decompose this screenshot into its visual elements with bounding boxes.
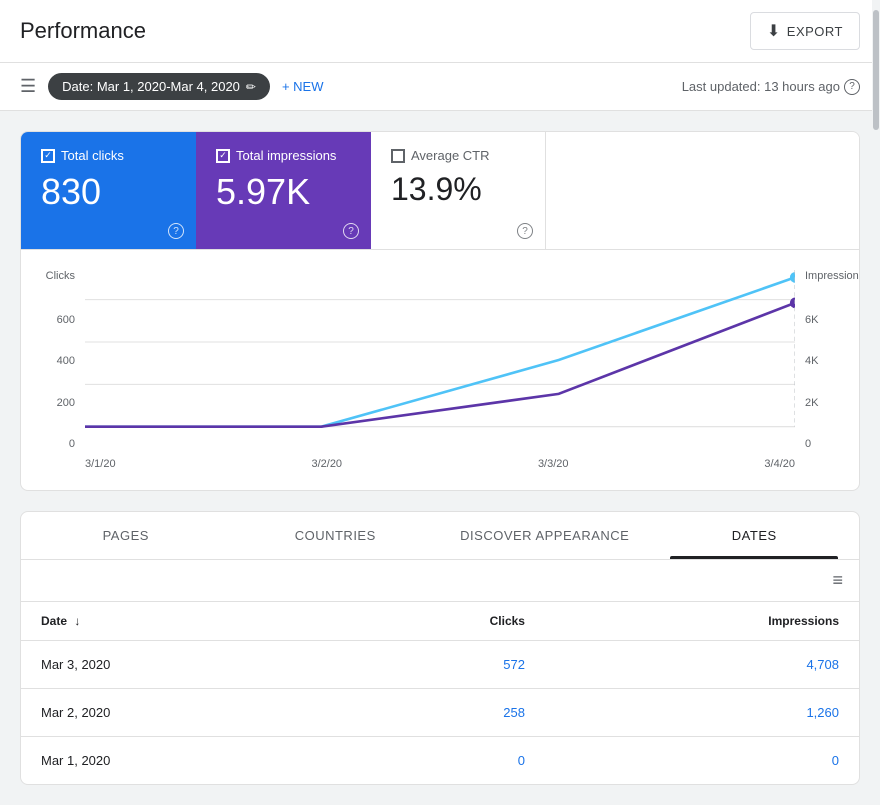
toolbar: ☰ Date: Mar 1, 2020-Mar 4, 2020 ✏ + NEW … xyxy=(0,63,880,111)
last-updated: Last updated: 13 hours ago ? xyxy=(682,79,860,95)
ctr-checkbox xyxy=(391,149,405,163)
table-row: Mar 1, 2020 0 0 xyxy=(21,737,859,785)
table-row: Mar 3, 2020 572 4,708 xyxy=(21,641,859,689)
scrollbar-thumb xyxy=(873,10,879,130)
impressions-checkbox xyxy=(216,149,230,163)
y-left-400: 400 xyxy=(41,355,81,367)
help-circle-ctr[interactable]: ? xyxy=(517,223,533,239)
page-title: Performance xyxy=(20,18,146,44)
y-left-0: 0 xyxy=(41,438,81,450)
tab-pages[interactable]: PAGES xyxy=(21,512,231,559)
chart-container: Clicks 600 400 200 0 Impressions 6K 4K 2… xyxy=(41,270,839,470)
stat-empty xyxy=(546,132,859,249)
tab-pages-label: PAGES xyxy=(103,528,149,543)
col-clicks: Clicks xyxy=(331,602,545,641)
y-left-600: 600 xyxy=(41,314,81,326)
y-right-6k: 6K xyxy=(799,314,839,326)
x-label-3: 3/3/20 xyxy=(538,458,569,470)
row-clicks: 258 xyxy=(331,689,545,737)
clicks-checkbox xyxy=(41,149,55,163)
average-ctr-value: 13.9% xyxy=(391,171,525,208)
col-impressions: Impressions xyxy=(545,602,859,641)
toolbar-left: ☰ Date: Mar 1, 2020-Mar 4, 2020 ✏ + NEW xyxy=(20,73,324,100)
header: Performance ⬇ EXPORT xyxy=(0,0,880,63)
stats-row: Total clicks 830 ? Total impressions 5.9… xyxy=(21,132,859,250)
tab-countries-label: COUNTRIES xyxy=(295,528,376,543)
new-button[interactable]: + NEW xyxy=(282,79,324,94)
scrollbar[interactable] xyxy=(872,0,880,779)
y-right-4k: 4K xyxy=(799,355,839,367)
x-axis: 3/1/20 3/2/20 3/3/20 3/4/20 xyxy=(85,458,795,470)
sort-arrow: ↓ xyxy=(74,614,80,628)
tab-discover[interactable]: DISCOVER APPEARANCE xyxy=(440,512,650,559)
average-ctr-label: Average CTR xyxy=(391,148,525,163)
chart-svg xyxy=(85,270,795,450)
total-impressions-value: 5.97K xyxy=(216,171,351,213)
help-circle-impressions[interactable]: ? xyxy=(343,223,359,239)
row-clicks: 572 xyxy=(331,641,545,689)
x-label-1: 3/1/20 xyxy=(85,458,116,470)
row-date: Mar 1, 2020 xyxy=(21,737,331,785)
y-right-label-impressions: Impressions xyxy=(799,270,839,282)
impressions-help: ? xyxy=(343,221,359,240)
table-row: Mar 2, 2020 258 1,260 xyxy=(21,689,859,737)
tab-dates-label: DATES xyxy=(732,528,777,543)
chart-area: Clicks 600 400 200 0 Impressions 6K 4K 2… xyxy=(21,250,859,490)
total-clicks-label: Total clicks xyxy=(41,148,176,163)
y-right-0: 0 xyxy=(799,438,839,450)
stats-chart-card: Total clicks 830 ? Total impressions 5.9… xyxy=(20,131,860,491)
export-label: EXPORT xyxy=(787,24,843,39)
total-impressions-label: Total impressions xyxy=(216,148,351,163)
tabs-card: PAGES COUNTRIES DISCOVER APPEARANCE DATE… xyxy=(20,511,860,785)
y-right-2k: 2K xyxy=(799,397,839,409)
help-circle-clicks[interactable]: ? xyxy=(168,223,184,239)
total-clicks-value: 830 xyxy=(41,171,176,213)
main-content: Total clicks 830 ? Total impressions 5.9… xyxy=(0,111,880,805)
row-date: Mar 3, 2020 xyxy=(21,641,331,689)
total-clicks-box[interactable]: Total clicks 830 ? xyxy=(21,132,196,249)
row-clicks: 0 xyxy=(331,737,545,785)
x-label-4: 3/4/20 xyxy=(764,458,795,470)
date-range-label: Date: Mar 1, 2020-Mar 4, 2020 xyxy=(62,79,240,94)
y-axis-right: Impressions 6K 4K 2K 0 xyxy=(799,270,839,470)
date-range-pill[interactable]: Date: Mar 1, 2020-Mar 4, 2020 ✏ xyxy=(48,73,270,100)
x-label-2: 3/2/20 xyxy=(311,458,342,470)
tab-discover-label: DISCOVER APPEARANCE xyxy=(460,528,629,543)
filter-row: ≡ xyxy=(21,560,859,602)
filter-icon[interactable]: ☰ xyxy=(20,76,36,97)
tab-countries[interactable]: COUNTRIES xyxy=(231,512,441,559)
average-ctr-box[interactable]: Average CTR 13.9% ? xyxy=(371,132,546,249)
download-icon: ⬇ xyxy=(767,21,781,41)
row-date: Mar 2, 2020 xyxy=(21,689,331,737)
sort-filter-icon[interactable]: ≡ xyxy=(832,570,843,591)
export-button[interactable]: ⬇ EXPORT xyxy=(750,12,860,50)
table-header-row: Date ↓ Clicks Impressions xyxy=(21,602,859,641)
y-left-label-clicks: Clicks xyxy=(41,270,81,282)
row-impressions: 4,708 xyxy=(545,641,859,689)
tab-dates[interactable]: DATES xyxy=(650,512,860,559)
row-impressions: 1,260 xyxy=(545,689,859,737)
col-date: Date ↓ xyxy=(21,602,331,641)
last-updated-text: Last updated: 13 hours ago xyxy=(682,79,840,94)
y-axis-left: Clicks 600 400 200 0 xyxy=(41,270,81,470)
help-icon[interactable]: ? xyxy=(844,79,860,95)
row-impressions: 0 xyxy=(545,737,859,785)
y-left-200: 200 xyxy=(41,397,81,409)
data-table: Date ↓ Clicks Impressions Mar 3, 2020 57… xyxy=(21,602,859,784)
ctr-help: ? xyxy=(517,221,533,240)
new-label: + NEW xyxy=(282,79,324,94)
total-impressions-box[interactable]: Total impressions 5.97K ? xyxy=(196,132,371,249)
clicks-help: ? xyxy=(168,221,184,240)
edit-icon: ✏ xyxy=(246,80,256,94)
tabs-row: PAGES COUNTRIES DISCOVER APPEARANCE DATE… xyxy=(21,512,859,560)
